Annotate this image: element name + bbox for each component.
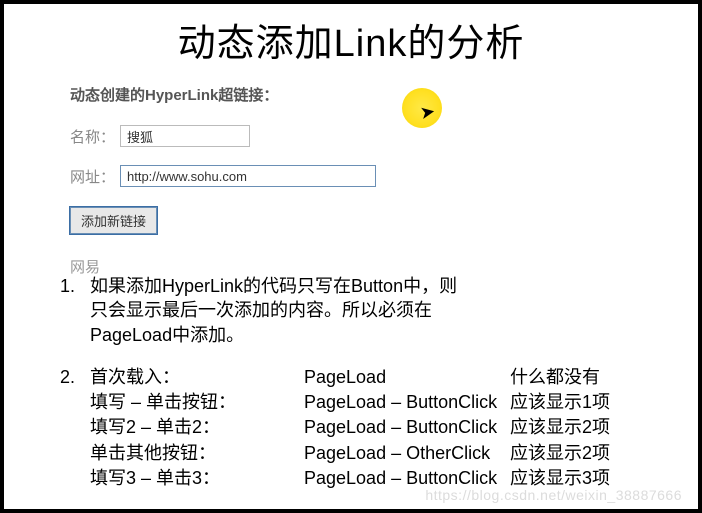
notes-list: 1. 如果添加HyperLink的代码只写在Button中，则只会显示最后一次添… <box>60 274 660 491</box>
url-label: 网址： <box>70 166 120 187</box>
name-input[interactable] <box>120 125 250 147</box>
slide-page: 动态添加Link的分析 ➤ 动态创建的HyperLink超链接： 名称： 网址：… <box>4 4 698 509</box>
url-row: 网址： <box>70 165 570 187</box>
table-row: 填写2 – 单击2： PageLoad – ButtonClick 应该显示2项 <box>90 415 610 440</box>
table-row: 单击其他按钮： PageLoad – OtherClick 应该显示2项 <box>90 441 610 466</box>
action-cell: 填写3 – 单击3： <box>90 466 304 491</box>
url-input[interactable] <box>120 165 376 187</box>
note-1-number: 1. <box>60 274 90 347</box>
note-1-text: 如果添加HyperLink的代码只写在Button中，则只会显示最后一次添加的内… <box>90 274 460 347</box>
result-cell: 应该显示2项 <box>510 415 610 440</box>
note-2-number: 2. <box>60 365 90 491</box>
action-cell: 单击其他按钮： <box>90 441 304 466</box>
events-cell: PageLoad <box>304 365 510 390</box>
events-cell: PageLoad – OtherClick <box>304 441 510 466</box>
table-row: 填写 – 单击按钮： PageLoad – ButtonClick 应该显示1项 <box>90 390 610 415</box>
note-2-body: 首次载入： PageLoad 什么都没有 填写 – 单击按钮： PageLoad… <box>90 365 610 491</box>
result-cell: 什么都没有 <box>510 365 610 390</box>
note-2: 2. 首次载入： PageLoad 什么都没有 填写 – 单击按钮： PageL… <box>60 365 660 491</box>
table-row: 首次载入： PageLoad 什么都没有 <box>90 365 610 390</box>
name-row: 名称： <box>70 125 570 147</box>
name-label: 名称： <box>70 126 120 147</box>
slide-title: 动态添加Link的分析 <box>4 12 698 67</box>
events-cell: PageLoad – ButtonClick <box>304 390 510 415</box>
form-heading: 动态创建的HyperLink超链接： <box>70 84 570 105</box>
action-cell: 填写 – 单击按钮： <box>90 390 304 415</box>
result-cell: 应该显示1项 <box>510 390 610 415</box>
note-1: 1. 如果添加HyperLink的代码只写在Button中，则只会显示最后一次添… <box>60 274 660 347</box>
hyperlink-form: 动态创建的HyperLink超链接： 名称： 网址： 添加新链接 网易 <box>70 84 570 277</box>
add-link-button[interactable]: 添加新链接 <box>70 207 157 234</box>
events-cell: PageLoad – ButtonClick <box>304 415 510 440</box>
action-cell: 首次载入： <box>90 365 304 390</box>
result-cell: 应该显示2项 <box>510 441 610 466</box>
action-cell: 填写2 – 单击2： <box>90 415 304 440</box>
watermark: https://blog.csdn.net/weixin_38887666 <box>425 487 682 503</box>
event-table: 首次载入： PageLoad 什么都没有 填写 – 单击按钮： PageLoad… <box>90 365 610 491</box>
